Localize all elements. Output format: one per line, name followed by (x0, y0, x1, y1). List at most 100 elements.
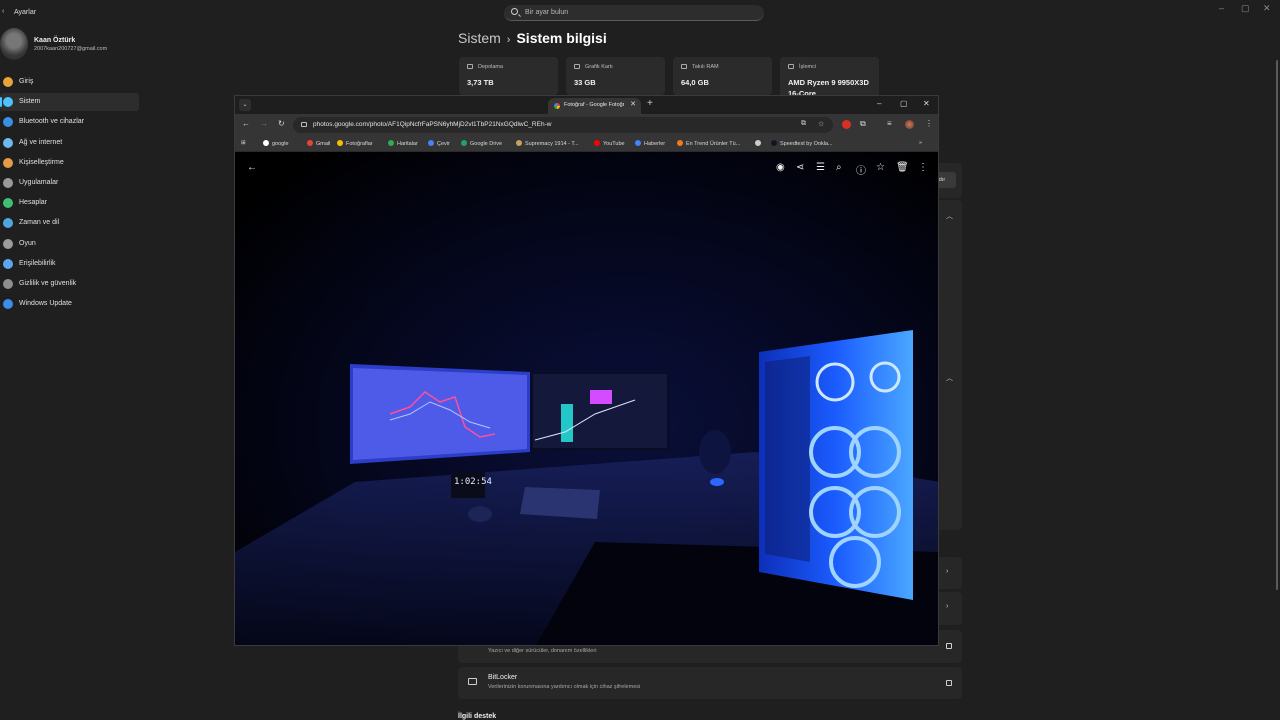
address-bar[interactable]: photos.google.com/photo/AF1QipNcfrFaPSN6… (293, 117, 833, 133)
bookmark-item[interactable]: Haberler (635, 140, 665, 147)
forward-icon[interactable]: → (260, 119, 268, 128)
sidebar-item-1[interactable]: Sistem (0, 93, 139, 112)
app-title: Ayarlar (14, 9, 37, 16)
sidebar-item-6[interactable]: Hesaplar (0, 194, 139, 212)
bookmark-item[interactable]: Google Drive (461, 140, 502, 147)
tab-google-photos[interactable]: Fotoğraf - Google Fotoğraflar ✕ (548, 98, 641, 114)
external-link-icon (946, 680, 952, 686)
sidebar-item-10[interactable]: Gizlilik ve güvenlik (0, 275, 139, 293)
back-icon[interactable]: ← (242, 119, 250, 128)
accessibility-icon (3, 258, 13, 269)
sidebar-item-8[interactable]: Oyun (0, 235, 139, 253)
bookmark-item[interactable]: YouTube (594, 140, 625, 147)
google-photos-favicon-icon (554, 103, 560, 109)
bookmark-label: Haberler (644, 141, 666, 147)
bookmarks-bar: ⊞ google Gmail Fotoğraflar Haritalar Çevir Go… (235, 136, 938, 152)
edit-adjust-icon[interactable]: ☰ (816, 162, 825, 173)
scrollbar[interactable] (1276, 60, 1278, 590)
bookmark-item[interactable] (755, 140, 764, 147)
reload-icon[interactable]: ↻ (278, 119, 285, 128)
menu-kebab-icon[interactable]: ⋮ (925, 119, 933, 128)
close-icon[interactable]: ✕ (923, 99, 930, 108)
bookmark-favicon-icon (388, 140, 394, 146)
bookmark-item[interactable]: Gmail (307, 140, 330, 147)
bookmark-label: Supremacy 1914 - T... (525, 141, 579, 147)
more-options-icon[interactable]: ⋮ (918, 162, 928, 173)
photo-clock-text: 1:02:54 (454, 477, 492, 487)
apps-grid-icon[interactable]: ⊞ (241, 140, 246, 146)
back-icon[interactable]: ‹ (2, 8, 4, 15)
extension-icon[interactable] (842, 120, 851, 129)
card-label: Depolama (478, 64, 504, 70)
sidebar-item-0[interactable]: Giriş (0, 73, 139, 91)
chevron-up-icon[interactable]: ︿ (946, 373, 953, 383)
card-graphics[interactable]: Grafik Kartı 33 GB (566, 57, 665, 95)
minimize-icon[interactable]: – (1219, 3, 1224, 13)
bookmark-favicon-icon (307, 140, 313, 146)
delete-icon[interactable]: 🗑 (896, 162, 909, 173)
bookmark-item[interactable]: Speedtest by Ookla... (771, 140, 833, 147)
new-tab-icon[interactable]: + (647, 98, 653, 109)
sidebar-item-3[interactable]: Ağ ve internet (0, 134, 139, 152)
sidebar-item-2[interactable]: Bluetooth ve cihazlar (0, 113, 139, 131)
tab-close-icon[interactable]: ✕ (630, 100, 636, 108)
site-info-icon[interactable] (301, 122, 307, 127)
sidebar-item-label: Hesaplar (19, 199, 48, 207)
chevron-right-icon: › (946, 568, 949, 575)
bookmarks-overflow-icon[interactable]: » (919, 140, 922, 146)
favorite-star-icon[interactable]: ☆ (876, 162, 885, 173)
bookmark-favicon-icon (516, 140, 522, 146)
bitlocker-icon (468, 678, 477, 685)
sidebar-item-label: Zaman ve dil (19, 219, 60, 227)
back-arrow-icon[interactable]: ← (247, 162, 257, 173)
share-icon[interactable]: ⋖ (796, 162, 804, 173)
sidebar-item-11[interactable]: Windows Update (0, 295, 139, 313)
bookmark-item[interactable]: Haritalar (388, 140, 418, 147)
bookmark-star-icon[interactable]: ☆ (818, 120, 824, 128)
bookmark-favicon-icon (263, 140, 269, 146)
bookmark-label: Google Drive (470, 141, 503, 147)
bookmark-label: Haritalar (397, 141, 418, 147)
bookmark-item[interactable]: En Trend Ürünler Tü... (677, 140, 740, 147)
user-email: 2007kaan200727@gmail.com (34, 46, 108, 52)
bookmark-favicon-icon (337, 140, 343, 146)
sidebar-item-7[interactable]: Zaman ve dil (0, 214, 139, 232)
bookmark-label: google (272, 141, 289, 147)
tab-title: Fotoğraf - Google Fotoğraflar (564, 102, 624, 108)
tab-search-icon[interactable]: ⌄ (239, 99, 251, 111)
info-icon[interactable]: ⓘ (856, 162, 866, 177)
chevron-up-icon[interactable]: ︿ (946, 211, 953, 221)
sidebar-item-9[interactable]: Erişilebilirlik (0, 255, 139, 273)
close-icon[interactable]: ✕ (1263, 3, 1271, 14)
extensions-puzzle-icon[interactable]: ⧉ (860, 119, 866, 129)
card-processor[interactable]: İşlemci AMD Ryzen 9 9950X3D 16-Core (780, 57, 879, 97)
card-storage[interactable]: Depolama 3,73 TB (459, 57, 558, 95)
bookmark-item[interactable]: google (263, 140, 289, 147)
chrome-toolbar: ← → ↻ photos.google.com/photo/AF1QipNcfr… (235, 114, 938, 136)
bitlocker-row[interactable]: BitLocker Verilerinizin korunmasına yard… (458, 667, 962, 699)
media-icon[interactable]: ≡ (887, 119, 892, 128)
search-icon (511, 8, 518, 15)
minimize-icon[interactable]: – (877, 99, 881, 108)
sidebar-item-4[interactable]: Kişiselleştirme (0, 154, 139, 172)
profile-avatar-icon[interactable] (905, 120, 914, 129)
page-title: Sistem bilgisi (516, 30, 607, 46)
zoom-icon[interactable]: ⌕ (836, 162, 842, 173)
bookmark-item[interactable]: Çevir (428, 140, 450, 147)
card-label: Takılı RAM (692, 64, 719, 70)
card-ram[interactable]: Takılı RAM 64,0 GB (673, 57, 772, 95)
bookmark-item[interactable]: Fotoğraflar (337, 140, 373, 147)
maximize-icon[interactable]: ▢ (1241, 3, 1250, 14)
sidebar-item-label: Windows Update (19, 300, 72, 308)
search-input[interactable]: Bir ayar bulun (504, 5, 764, 21)
bookmark-favicon-icon (461, 140, 467, 146)
maximize-icon[interactable]: ▢ (900, 99, 908, 108)
bookmark-item[interactable]: Supremacy 1914 - T... (516, 140, 579, 147)
card-label: İşlemci (799, 64, 817, 70)
bookmark-favicon-icon (677, 140, 683, 146)
slideshow-icon[interactable]: ◉ (776, 162, 785, 173)
avatar[interactable] (0, 28, 28, 60)
breadcrumb-parent[interactable]: Sistem (458, 30, 501, 46)
install-app-icon[interactable]: ⧉ (801, 120, 806, 128)
sidebar-item-5[interactable]: Uygulamalar (0, 174, 139, 192)
